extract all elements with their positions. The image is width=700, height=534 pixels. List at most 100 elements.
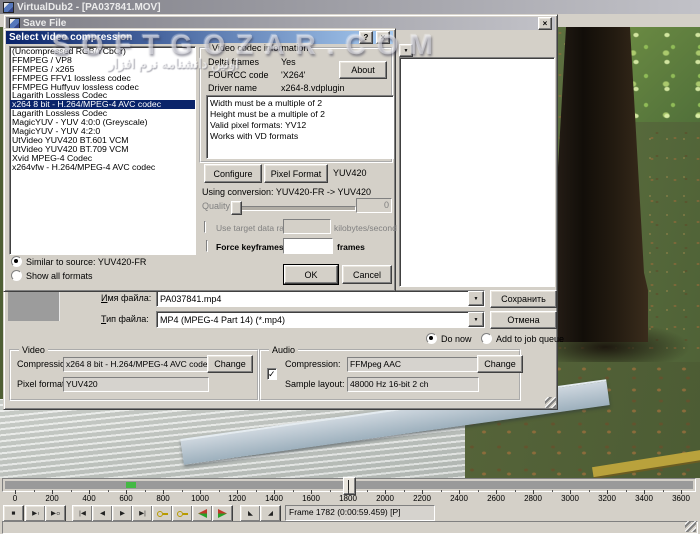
save-window-resize-grip[interactable] [545, 397, 556, 408]
filename-label: Имя файла: [101, 293, 152, 303]
prev-scene-button[interactable] [192, 505, 213, 522]
ruler-minor-tick [107, 490, 109, 492]
quality-slider-thumb[interactable] [231, 201, 242, 215]
codec-list-item[interactable]: x264 8 bit - H.264/MPEG-4 AVC codec [10, 100, 195, 110]
audio-change-button[interactable]: Change [477, 355, 523, 373]
ruler-label: 3400 [635, 494, 653, 503]
mark-out-button[interactable]: ◢ [260, 505, 281, 522]
add-to-queue-radio-circle[interactable] [481, 333, 492, 344]
ok-button[interactable]: OK [283, 264, 339, 285]
info-row-label: Driver name [208, 83, 258, 93]
filetype-combo[interactable]: MP4 (MPEG-4 Part 14) (*.mp4) ▼ [156, 311, 485, 328]
ruler-minor-tick [70, 490, 72, 492]
ruler-label: 1000 [191, 494, 209, 503]
show-all-formats-radio[interactable]: Show all formats [11, 270, 93, 281]
quality-value: 0 [383, 200, 389, 210]
codec-list-item[interactable]: FFMPEG / x265 [10, 65, 195, 74]
main-window-resize-grip[interactable] [685, 521, 696, 532]
codec-listbox[interactable]: (Uncompressed RGB/YCbCr) FFMPEG / VP8 FFMP… [9, 46, 196, 255]
codec-list-item[interactable]: UtVideo YUV420 BT.709 VCM [10, 145, 195, 154]
show-all-radio-circle[interactable] [11, 270, 22, 281]
codec-list-item[interactable]: FFMPEG FFV1 lossless codec [10, 74, 195, 83]
ruler-label: 2000 [376, 494, 394, 503]
filetype-combo-arrow-icon[interactable]: ▼ [468, 312, 484, 327]
force-keyframes-checkbox[interactable] [206, 240, 208, 252]
show-all-radio-label: Show all formats [26, 270, 93, 281]
quality-slider-track[interactable] [232, 206, 356, 211]
add-to-queue-radio[interactable]: Add to job queue [481, 333, 564, 344]
similar-to-source-radio[interactable]: Similar to source: YUV420-FR [11, 256, 146, 267]
codec-list-item[interactable]: FFMPEG / VP8 [10, 56, 195, 65]
frame-forward-icon: ▶ [120, 509, 125, 517]
codec-list-item[interactable]: Lagarith Lossless Codec [10, 109, 195, 118]
about-button[interactable]: About [339, 61, 387, 79]
pixel-format-button[interactable]: Pixel Format [264, 164, 328, 183]
filetype-value: MP4 (MPEG-4 Part 14) (*.mp4) [160, 314, 286, 325]
video-change-button[interactable]: Change [207, 355, 253, 373]
filename-combo-arrow-icon[interactable]: ▼ [468, 291, 484, 306]
quality-value-box[interactable]: 0 [356, 198, 392, 213]
main-titlebar[interactable]: VirtualDub2 - [PA037841.MOV] [0, 0, 700, 14]
codec-list-item[interactable]: Xvid MPEG-4 Codec [10, 154, 195, 163]
audio-enabled-checkbox[interactable]: ✓ [267, 368, 277, 380]
frame-back-icon: ◀ [100, 509, 105, 517]
quality-label: Quality [202, 201, 231, 211]
audio-group-title: Audio [269, 345, 299, 355]
cancel-save-button[interactable]: Отмена [490, 311, 557, 329]
next-keyframe-button[interactable] [172, 505, 193, 522]
codec-list-item[interactable]: (Uncompressed RGB/YCbCr) [10, 47, 195, 56]
compression-close-button[interactable]: × [376, 31, 390, 44]
pixel-format-label: Pixel format: [17, 379, 68, 389]
play-input-button[interactable]: ▶ I [25, 505, 46, 522]
codec-notes-box: Width must be a multiple of 2 Height must… [206, 95, 394, 159]
codec-list-item[interactable]: MagicYUV - YUV 4:0:0 (Greyscale) [10, 118, 195, 127]
stop-button[interactable]: ■ [3, 505, 24, 522]
target-rate-checkbox[interactable] [204, 221, 206, 233]
pixel-format-current-value: YUV420 [333, 168, 367, 178]
go-to-end-button[interactable]: ▶| [132, 505, 153, 522]
codec-list-item[interactable]: Lagarith Lossless Codec [10, 91, 195, 100]
similar-radio-circle[interactable] [11, 256, 22, 267]
do-now-radio[interactable]: Do now [426, 333, 472, 344]
compression-dialog-titlebar[interactable]: Select video compression ? × [6, 31, 393, 44]
frame-back-button[interactable]: ◀ [92, 505, 113, 522]
play-output-sub-label: O [56, 510, 60, 516]
file-list-area[interactable] [399, 57, 555, 287]
codec-list-item[interactable]: x264vfw - H.264/MPEG-4 AVC codec [10, 163, 195, 172]
play-output-button[interactable]: ▶ O [45, 505, 66, 522]
target-rate-input[interactable] [283, 219, 331, 234]
mark-in-button[interactable]: ◣ [240, 505, 261, 522]
compression-dialog: Select video compression ? × (Uncompress… [3, 28, 397, 292]
info-row-label: FOURCC code [208, 70, 269, 80]
do-now-label: Do now [441, 333, 472, 344]
stop-icon: ■ [11, 509, 16, 517]
codec-list-item[interactable]: FFMPEG Huffyuv lossless codec [10, 83, 195, 92]
save-file-close-button[interactable]: × [538, 17, 552, 30]
keyframes-interval-input[interactable] [283, 238, 333, 254]
go-to-end-icon: ▶| [139, 509, 146, 517]
go-to-start-button[interactable]: |◀ [72, 505, 93, 522]
cancel-button[interactable]: Cancel [342, 265, 392, 284]
next-scene-button[interactable] [212, 505, 233, 522]
codec-list-item[interactable]: UtVideo YUV420 BT.601 VCM [10, 136, 195, 145]
file-list-dropdown-button[interactable]: ▼ [399, 44, 413, 57]
configure-button[interactable]: Configure [204, 164, 262, 183]
filename-combo[interactable]: PA037841.mp4 ▼ [156, 290, 485, 307]
compression-help-button[interactable]: ? [359, 31, 373, 44]
frame-forward-button[interactable]: ▶ [112, 505, 133, 522]
codec-list-item[interactable]: MagicYUV - YUV 4:2:0 [10, 127, 195, 136]
codec-note-line: Valid pixel formats: YV12 [210, 120, 307, 130]
ruler-minor-tick [440, 490, 442, 492]
do-now-radio-circle[interactable] [426, 333, 437, 344]
info-row-value: Yes [281, 57, 296, 67]
save-button[interactable]: Сохранить [490, 290, 557, 308]
next-scene-icon [218, 509, 227, 518]
status-bar [2, 521, 698, 534]
video-group-title: Video [19, 345, 48, 355]
main-window-title: VirtualDub2 - [PA037841.MOV] [17, 1, 161, 13]
ruler-label: 2800 [524, 494, 542, 503]
prev-keyframe-button[interactable] [152, 505, 173, 522]
ruler-label: 400 [82, 494, 96, 503]
ruler-label: 1600 [302, 494, 320, 503]
play-output-icon: ▶ O [50, 509, 60, 517]
